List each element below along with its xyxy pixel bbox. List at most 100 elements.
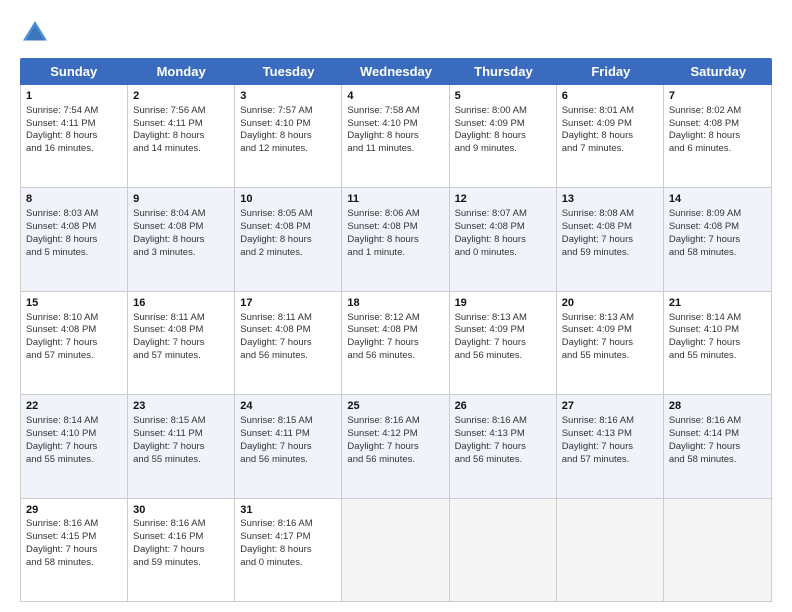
day-info-line: and 2 minutes. [240,247,336,260]
day-info-line: Sunset: 4:11 PM [133,428,229,441]
calendar-cell-4: 4Sunrise: 7:58 AMSunset: 4:10 PMDaylight… [342,85,449,187]
day-info-line: Daylight: 7 hours [562,441,658,454]
calendar-cell-29: 29Sunrise: 8:16 AMSunset: 4:15 PMDayligh… [21,499,128,601]
day-info-line: Daylight: 7 hours [133,544,229,557]
calendar-cell-2: 2Sunrise: 7:56 AMSunset: 4:11 PMDaylight… [128,85,235,187]
day-info-line: Sunrise: 8:16 AM [240,518,336,531]
calendar-cell-1: 1Sunrise: 7:54 AMSunset: 4:11 PMDaylight… [21,85,128,187]
calendar-cell-17: 17Sunrise: 8:11 AMSunset: 4:08 PMDayligh… [235,292,342,394]
day-info-line: and 56 minutes. [240,454,336,467]
day-number: 2 [133,89,229,104]
calendar-cell-15: 15Sunrise: 8:10 AMSunset: 4:08 PMDayligh… [21,292,128,394]
day-info-line: Sunrise: 8:11 AM [133,312,229,325]
day-info-line: Sunset: 4:16 PM [133,531,229,544]
calendar-cell-22: 22Sunrise: 8:14 AMSunset: 4:10 PMDayligh… [21,395,128,497]
calendar-cell-11: 11Sunrise: 8:06 AMSunset: 4:08 PMDayligh… [342,188,449,290]
calendar-cell-12: 12Sunrise: 8:07 AMSunset: 4:08 PMDayligh… [450,188,557,290]
day-info-line: Daylight: 8 hours [133,234,229,247]
day-info-line: Sunset: 4:10 PM [26,428,122,441]
day-number: 22 [26,399,122,414]
day-info-line: Daylight: 8 hours [26,234,122,247]
day-info-line: Daylight: 8 hours [240,234,336,247]
day-info-line: Sunrise: 8:16 AM [347,415,443,428]
day-info-line: Daylight: 7 hours [26,337,122,350]
calendar-row: 8Sunrise: 8:03 AMSunset: 4:08 PMDaylight… [21,188,771,291]
day-number: 5 [455,89,551,104]
day-info-line: and 5 minutes. [26,247,122,260]
calendar-cell-3: 3Sunrise: 7:57 AMSunset: 4:10 PMDaylight… [235,85,342,187]
day-info-line: Sunset: 4:08 PM [133,324,229,337]
day-number: 4 [347,89,443,104]
day-number: 17 [240,296,336,311]
day-info-line: Daylight: 7 hours [669,337,766,350]
calendar-cell-31: 31Sunrise: 8:16 AMSunset: 4:17 PMDayligh… [235,499,342,601]
day-number: 3 [240,89,336,104]
day-info-line: Sunset: 4:09 PM [455,118,551,131]
day-info-line: Daylight: 7 hours [26,441,122,454]
day-info-line: Sunrise: 8:02 AM [669,105,766,118]
day-info-line: Daylight: 8 hours [240,544,336,557]
day-info-line: and 14 minutes. [133,143,229,156]
day-info-line: Sunrise: 8:14 AM [26,415,122,428]
day-info-line: Sunrise: 8:12 AM [347,312,443,325]
day-of-week-wednesday: Wednesday [342,58,449,85]
calendar-header: SundayMondayTuesdayWednesdayThursdayFrid… [20,58,772,85]
empty-cell [664,499,771,601]
day-info-line: Daylight: 7 hours [347,441,443,454]
day-info-line: Sunrise: 8:08 AM [562,208,658,221]
day-info-line: and 56 minutes. [347,454,443,467]
day-info-line: Daylight: 7 hours [562,337,658,350]
day-info-line: Daylight: 7 hours [562,234,658,247]
calendar-cell-5: 5Sunrise: 8:00 AMSunset: 4:09 PMDaylight… [450,85,557,187]
day-info-line: Sunrise: 8:03 AM [26,208,122,221]
day-number: 8 [26,192,122,207]
day-info-line: and 57 minutes. [133,350,229,363]
day-number: 26 [455,399,551,414]
header [20,18,772,48]
calendar-cell-10: 10Sunrise: 8:05 AMSunset: 4:08 PMDayligh… [235,188,342,290]
day-info-line: Daylight: 7 hours [240,441,336,454]
day-info-line: Daylight: 8 hours [455,130,551,143]
day-info-line: Sunrise: 8:15 AM [240,415,336,428]
day-info-line: and 57 minutes. [562,454,658,467]
day-info-line: Sunset: 4:08 PM [562,221,658,234]
day-info-line: and 55 minutes. [133,454,229,467]
day-info-line: Daylight: 7 hours [347,337,443,350]
calendar-cell-28: 28Sunrise: 8:16 AMSunset: 4:14 PMDayligh… [664,395,771,497]
day-number: 31 [240,503,336,518]
day-number: 25 [347,399,443,414]
day-info-line: Sunset: 4:10 PM [669,324,766,337]
day-info-line: and 9 minutes. [455,143,551,156]
empty-cell [557,499,664,601]
calendar-cell-19: 19Sunrise: 8:13 AMSunset: 4:09 PMDayligh… [450,292,557,394]
day-info-line: and 1 minute. [347,247,443,260]
day-info-line: and 55 minutes. [26,454,122,467]
day-info-line: and 58 minutes. [26,557,122,570]
day-info-line: Sunrise: 8:10 AM [26,312,122,325]
day-number: 11 [347,192,443,207]
day-of-week-thursday: Thursday [450,58,557,85]
day-info-line: Daylight: 8 hours [133,130,229,143]
day-info-line: Daylight: 7 hours [669,441,766,454]
day-info-line: Sunset: 4:09 PM [562,118,658,131]
day-info-line: and 56 minutes. [455,454,551,467]
day-of-week-friday: Friday [557,58,664,85]
day-info-line: Sunset: 4:11 PM [26,118,122,131]
day-info-line: Sunset: 4:13 PM [455,428,551,441]
calendar-cell-9: 9Sunrise: 8:04 AMSunset: 4:08 PMDaylight… [128,188,235,290]
logo-icon [20,18,50,48]
calendar-cell-8: 8Sunrise: 8:03 AMSunset: 4:08 PMDaylight… [21,188,128,290]
day-info-line: Sunrise: 8:16 AM [669,415,766,428]
day-info-line: and 3 minutes. [133,247,229,260]
calendar: SundayMondayTuesdayWednesdayThursdayFrid… [20,58,772,602]
day-number: 14 [669,192,766,207]
day-info-line: Daylight: 8 hours [562,130,658,143]
day-info-line: Sunrise: 8:14 AM [669,312,766,325]
calendar-row: 22Sunrise: 8:14 AMSunset: 4:10 PMDayligh… [21,395,771,498]
day-number: 20 [562,296,658,311]
day-number: 18 [347,296,443,311]
day-info-line: and 55 minutes. [562,350,658,363]
day-info-line: Sunrise: 8:11 AM [240,312,336,325]
day-info-line: Sunset: 4:08 PM [669,118,766,131]
day-info-line: and 0 minutes. [455,247,551,260]
